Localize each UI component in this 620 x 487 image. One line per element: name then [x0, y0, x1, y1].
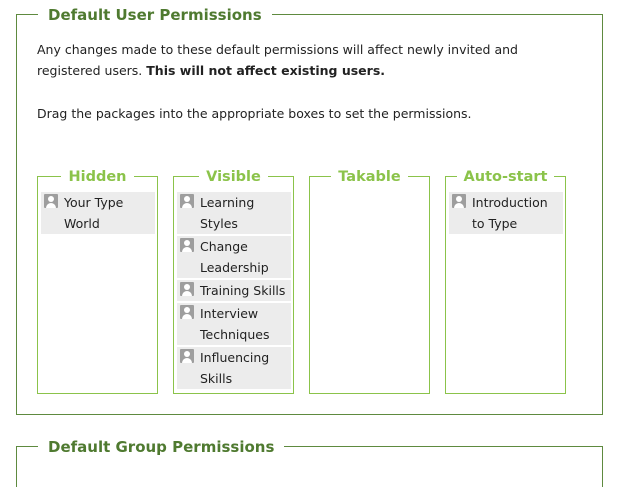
default-user-permissions-section: Default User Permissions Any changes mad…	[16, 6, 603, 415]
user-icon	[180, 194, 194, 208]
box-title: Visible	[199, 169, 268, 185]
box-auto-start[interactable]: Auto-start Introduction to Type	[445, 169, 566, 394]
user-icon	[180, 305, 194, 319]
user-icon	[180, 282, 194, 296]
box-visible[interactable]: Visible Learning Styles Change Leadershi…	[173, 169, 294, 394]
package-item[interactable]: Influencing Skills	[177, 347, 291, 389]
permissions-description: Any changes made to these default permis…	[37, 39, 577, 81]
box-items: Learning Styles Change Leadership Traini…	[177, 192, 291, 391]
box-takable[interactable]: Takable	[309, 169, 430, 394]
package-label: Learning Styles	[200, 195, 255, 231]
package-label: Change Leadership	[200, 239, 269, 275]
box-title: Hidden	[61, 169, 134, 185]
box-items: Introduction to Type	[449, 192, 563, 236]
box-title: Auto-start	[456, 169, 555, 185]
user-icon	[44, 194, 58, 208]
user-icon	[180, 349, 194, 363]
package-label: Your Type World	[64, 195, 124, 231]
package-item[interactable]: Interview Techniques	[177, 303, 291, 345]
default-group-permissions-section: Default Group Permissions	[16, 438, 603, 487]
description-warning: This will not affect existing users.	[146, 63, 386, 78]
package-item[interactable]: Your Type World	[41, 192, 155, 234]
section-title: Default Group Permissions	[38, 438, 285, 456]
user-icon	[180, 238, 194, 252]
package-item[interactable]: Learning Styles	[177, 192, 291, 234]
package-item[interactable]: Change Leadership	[177, 236, 291, 278]
box-title: Takable	[331, 169, 408, 185]
package-label: Interview Techniques	[200, 306, 270, 342]
section-title: Default User Permissions	[38, 6, 272, 24]
drag-instruction: Drag the packages into the appropriate b…	[37, 106, 472, 121]
package-label: Introduction to Type	[472, 195, 548, 231]
box-items: Your Type World	[41, 192, 155, 236]
box-hidden[interactable]: Hidden Your Type World	[37, 169, 158, 394]
package-item[interactable]: Introduction to Type	[449, 192, 563, 234]
user-icon	[452, 194, 466, 208]
package-label: Training Skills	[200, 283, 286, 298]
package-item[interactable]: Training Skills	[177, 280, 291, 301]
package-label: Influencing Skills	[200, 350, 270, 386]
